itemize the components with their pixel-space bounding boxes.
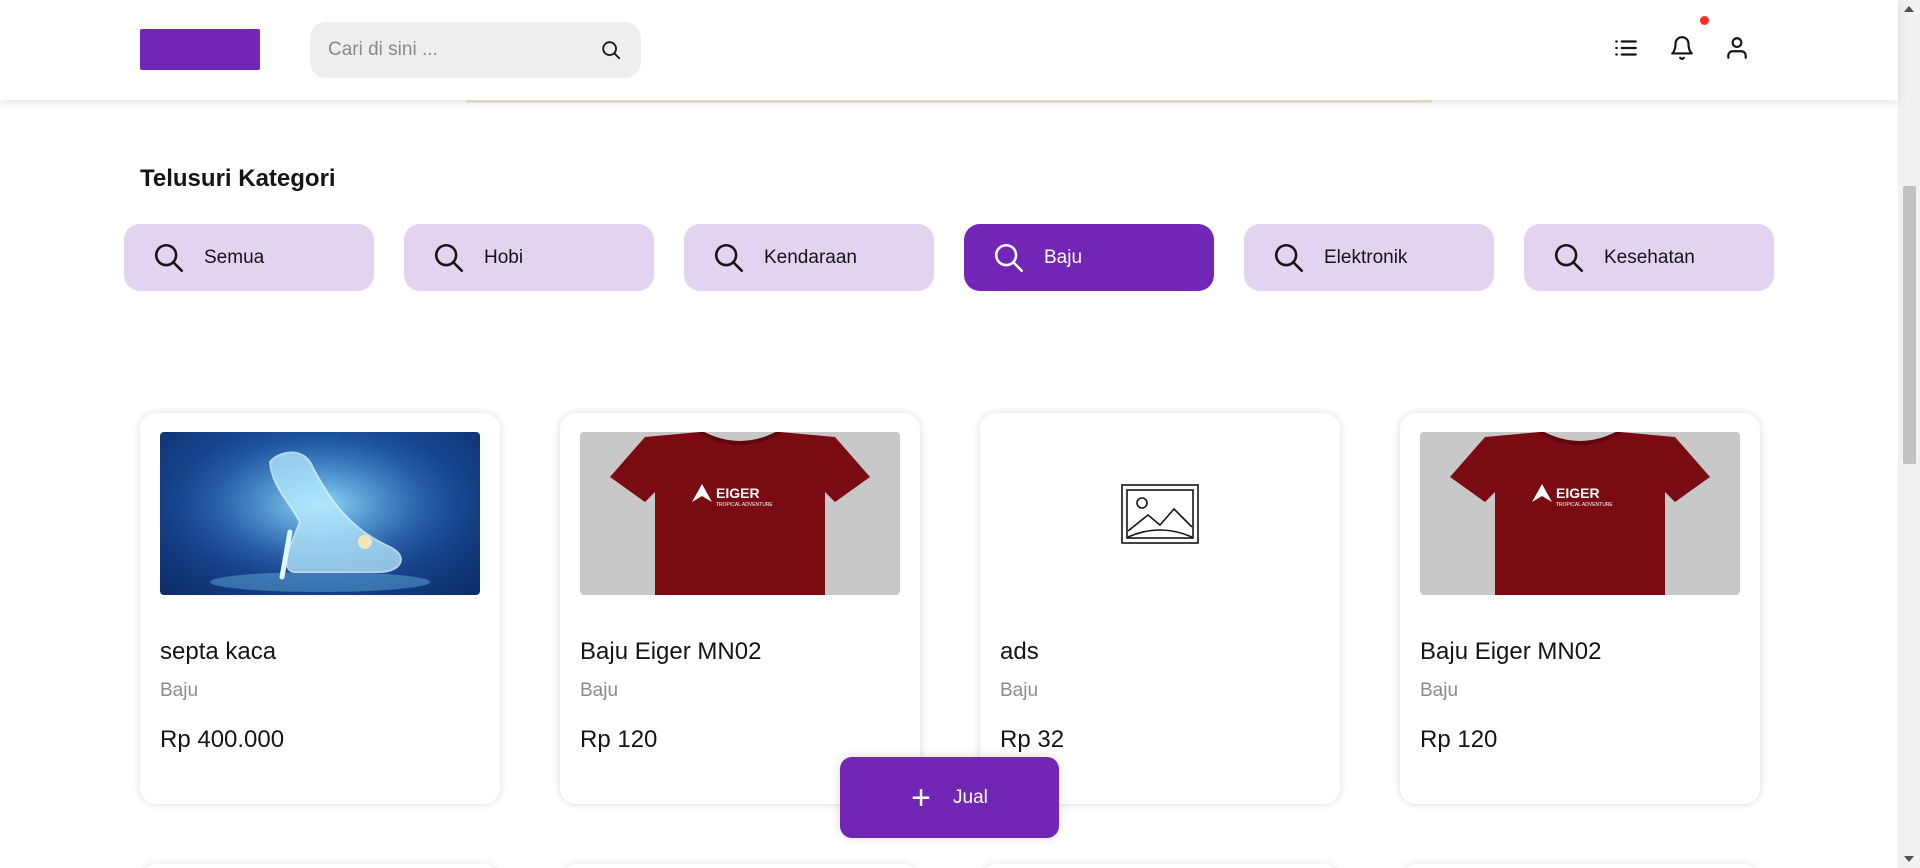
user-icon[interactable] [1723,34,1751,62]
product-price: Rp 120 [1420,726,1498,753]
product-card[interactable]: EIGER TROPICAL ADVENTURE Baju Eiger MN02… [1400,413,1760,804]
search-icon [152,241,186,275]
product-image-eiger-shirt: EIGER TROPICAL ADVENTURE [1420,432,1740,595]
bell-icon[interactable] [1668,34,1696,62]
category-label: Kesehatan [1604,246,1695,268]
product-category: Baju [160,680,199,701]
search-icon [1272,241,1306,275]
category-chip-elektronik[interactable]: Elektronik [1244,224,1494,291]
logo[interactable] [140,29,260,70]
product-card[interactable] [560,864,920,868]
search-icon [432,241,466,275]
product-card[interactable]: septa kaca Baju Rp 400.000 [140,413,500,804]
category-label: Kendaraan [764,246,857,268]
product-grid: septa kaca Baju Rp 400.000 EIGER TROPICA… [140,413,1760,804]
shirt-tagline-text: TROPICAL ADVENTURE [1556,502,1613,508]
search-input[interactable] [328,39,599,61]
category-label: Elektronik [1324,246,1408,268]
product-price: Rp 120 [580,726,658,753]
product-name: septa kaca [160,638,277,665]
product-category: Baju [580,680,619,701]
product-card[interactable]: ads Baju Rp 32 [980,413,1340,804]
scroll-up-arrow-icon[interactable] [1904,6,1914,12]
product-name: ads [1000,638,1039,665]
notification-dot [1700,16,1709,25]
product-image-eiger-shirt: EIGER TROPICAL ADVENTURE [580,432,900,595]
product-category: Baju [1000,680,1039,701]
product-card[interactable] [140,864,500,868]
sell-button-label: Jual [953,786,988,808]
product-card[interactable]: EIGER TROPICAL ADVENTURE Baju Eiger MN02… [560,413,920,804]
scrollbar[interactable] [1898,0,1920,868]
category-label: Baju [1044,246,1083,268]
category-chip-hobi[interactable]: Hobi [404,224,654,291]
scroll-down-arrow-icon[interactable] [1904,856,1914,862]
shirt-brand-text: EIGER [716,485,760,501]
product-grid-next-row [140,864,1760,868]
product-card[interactable] [1400,864,1760,868]
product-image-glass-slipper [160,432,480,595]
shirt-brand-text: EIGER [1556,485,1600,501]
list-icon[interactable] [1612,34,1640,62]
category-label: Hobi [484,246,524,268]
product-card[interactable] [980,864,1340,868]
product-name: Baju Eiger MN02 [580,638,762,665]
top-navbar [0,0,1898,100]
plus-icon: + [911,778,931,817]
search-icon [1552,241,1586,275]
shirt-tagline-text: TROPICAL ADVENTURE [716,502,773,508]
search-icon [712,241,746,275]
search-icon[interactable] [599,38,623,62]
category-chip-kendaraan[interactable]: Kendaraan [684,224,934,291]
image-placeholder-icon [1000,432,1320,595]
search-icon [992,241,1026,275]
category-chip-semua[interactable]: Semua [124,224,374,291]
category-label: Semua [204,246,265,268]
search-bar [310,22,641,78]
product-price: Rp 400.000 [160,726,285,753]
product-price: Rp 32 [1000,726,1065,753]
section-title: Telusuri Kategori [140,165,336,192]
category-list: Semua Hobi Kendaraan Baju Elektronik Kes… [124,224,1774,291]
product-name: Baju Eiger MN02 [1420,638,1602,665]
sell-button[interactable]: + Jual [840,757,1059,838]
category-chip-baju[interactable]: Baju [964,224,1214,291]
category-chip-kesehatan[interactable]: Kesehatan [1524,224,1774,291]
scrollbar-thumb[interactable] [1903,186,1916,464]
product-category: Baju [1420,680,1459,701]
